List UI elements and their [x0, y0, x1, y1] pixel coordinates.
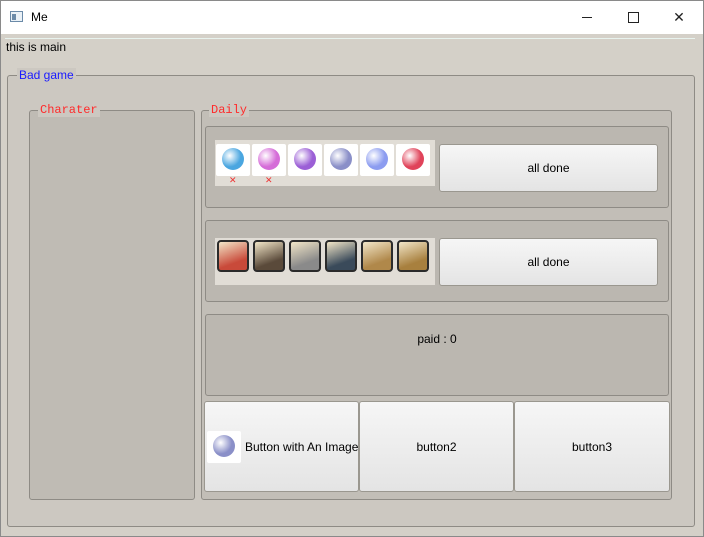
- white-orb-icon: [366, 148, 388, 170]
- button3[interactable]: button3: [514, 401, 670, 492]
- paid-label: paid : 0: [417, 332, 457, 346]
- daily-row-2-icons: [215, 238, 435, 285]
- paid-panel: [205, 314, 669, 396]
- character-item-4[interactable]: [323, 238, 359, 284]
- robot-face-icon: [289, 240, 321, 272]
- mech-orb-icon: [213, 434, 235, 457]
- red-crystal-icon: [402, 148, 424, 170]
- purple-orb-icon: [294, 148, 316, 170]
- blue-orb-icon: [222, 148, 244, 170]
- menu-bar: this is main: [5, 38, 695, 68]
- character-item-2[interactable]: [251, 238, 287, 284]
- mech-orb-icon: [330, 148, 352, 170]
- window-title: Me: [31, 10, 48, 24]
- incomplete-mark-icon: ✕: [265, 175, 273, 185]
- daily-item-4[interactable]: [323, 140, 359, 186]
- maximize-icon: [627, 12, 639, 23]
- golden-knight-icon: [397, 240, 429, 272]
- main-group-title: Bad game: [17, 68, 76, 82]
- app-icon: [10, 11, 23, 22]
- button2[interactable]: button2: [359, 401, 514, 492]
- character-item-5[interactable]: [359, 238, 395, 284]
- character-group-box: Charater: [29, 103, 195, 500]
- pink-orb-icon: [258, 148, 280, 170]
- dark-hero-face-icon: [325, 240, 357, 272]
- menu-bar-text: this is main: [6, 40, 67, 54]
- minimize-icon: [582, 17, 592, 18]
- red-hair-face-icon: [217, 240, 249, 272]
- daily-item-1[interactable]: ✕: [215, 140, 251, 186]
- row-1-all-done-button[interactable]: all done: [439, 144, 658, 192]
- character-item-1[interactable]: [215, 238, 251, 284]
- golden-guard-icon: [361, 240, 393, 272]
- character-item-3[interactable]: [287, 238, 323, 284]
- maximize-button[interactable]: [610, 1, 656, 34]
- minimize-button[interactable]: [564, 1, 610, 34]
- image-button[interactable]: Button with An Image: [204, 401, 359, 492]
- close-icon: ✕: [673, 9, 685, 25]
- dragon-face-icon: [253, 240, 285, 272]
- daily-item-5[interactable]: [359, 140, 395, 186]
- incomplete-mark-icon: ✕: [229, 175, 237, 185]
- row-2-all-done-button[interactable]: all done: [439, 238, 658, 286]
- character-item-6[interactable]: [395, 238, 431, 284]
- close-button[interactable]: ✕: [656, 1, 702, 34]
- title-bar[interactable]: Me ✕: [1, 1, 703, 34]
- daily-row-1-icons: ✕ ✕: [215, 140, 435, 186]
- daily-item-6[interactable]: [395, 140, 431, 186]
- daily-item-2[interactable]: ✕: [251, 140, 287, 186]
- daily-group-title: Daily: [209, 103, 250, 117]
- daily-item-3[interactable]: [287, 140, 323, 186]
- character-group-title: Charater: [38, 103, 100, 117]
- image-button-label: Button with An Image: [245, 439, 358, 454]
